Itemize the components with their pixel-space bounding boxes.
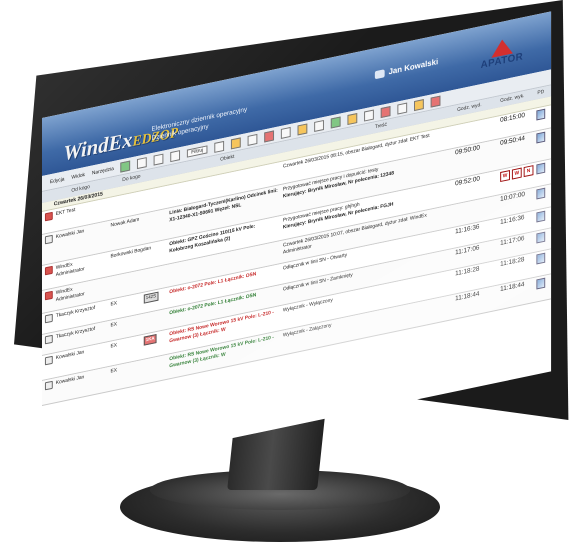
edit-icon[interactable] [536, 131, 546, 144]
user-box[interactable]: Jan Kowalski [374, 57, 439, 79]
menu-widok[interactable]: Widok [71, 171, 85, 180]
play-prev-icon[interactable] [154, 152, 164, 166]
row-time-done: 09:50:44 [500, 134, 525, 148]
alert-icon [44, 211, 53, 222]
toolbar-icon-2[interactable] [230, 136, 241, 150]
row-to: EX [110, 342, 118, 350]
tag-badge: 142S [143, 291, 159, 304]
toolbar-icon-13[interactable] [413, 98, 424, 111]
row-time-done: 08:15:00 [500, 111, 525, 125]
brand-logo: APATOR [481, 35, 523, 71]
toolbar-icon-7[interactable] [313, 119, 324, 132]
toolbar-icon-8[interactable] [330, 116, 341, 129]
alert-icon [44, 290, 53, 301]
menu-edycja[interactable]: Edycja [50, 176, 65, 185]
toolbar-icon-10[interactable] [363, 109, 374, 122]
row-time-done: 11:17:06 [500, 234, 525, 248]
row-time-issued: 11:18:44 [455, 290, 480, 303]
toolbar-icon-5[interactable] [280, 126, 291, 139]
row-to: EX [110, 321, 118, 329]
filter-button[interactable]: Filtruj [187, 144, 208, 158]
play-first-icon[interactable] [137, 156, 148, 169]
toolbar-icon-12[interactable] [397, 102, 407, 115]
edit-icon[interactable] [536, 108, 546, 121]
row-time-issued: 11:16:36 [455, 223, 480, 236]
row-info-icon [44, 313, 53, 324]
col-obiekt[interactable]: Obiekt [220, 154, 234, 163]
status-badge[interactable]: W [500, 170, 510, 183]
edit-icon[interactable] [536, 187, 546, 200]
row-info-icon [44, 380, 53, 391]
toolbar-icon-3[interactable] [247, 133, 258, 146]
row-time-done: 11:16:36 [500, 213, 525, 227]
col-tresc[interactable]: Treść [375, 122, 387, 131]
status-badge[interactable]: N [523, 165, 534, 178]
toolbar-icon-4[interactable] [263, 129, 274, 143]
row-from: EKT Test [55, 207, 76, 218]
row-time-done: 10:07:00 [500, 190, 525, 204]
col-do-kogo[interactable]: Do kogo [122, 173, 140, 183]
row-tag: 1KA [143, 334, 157, 346]
alert-icon [44, 265, 53, 276]
row-time-done: 11:18:44 [500, 280, 525, 294]
toolbar-icon-6[interactable] [297, 123, 307, 136]
refresh-icon[interactable] [120, 159, 131, 173]
row-tag: 142S [143, 291, 159, 304]
row-time-issued: 11:17:06 [455, 244, 480, 257]
edit-icon[interactable] [536, 231, 546, 244]
toolbar-icon-1[interactable] [213, 140, 224, 153]
row-time-issued: 09:50:00 [455, 144, 480, 157]
menu-narzedzia[interactable]: Narzędzia [92, 165, 114, 176]
edit-icon[interactable] [536, 162, 546, 175]
user-name: Jan Kowalski [388, 57, 439, 77]
row-to: EX [110, 367, 118, 375]
col-pd[interactable]: PD [537, 89, 544, 96]
toolbar-icon-11[interactable] [380, 105, 391, 118]
monitor-photo: WindExEDZOP Elektroniczny dziennik opera… [0, 0, 570, 554]
row-info-icon [44, 234, 53, 245]
user-icon [374, 68, 385, 79]
status-badge[interactable]: W [511, 167, 522, 180]
tag-badge: 1KA [143, 334, 157, 346]
edit-icon[interactable] [536, 277, 546, 290]
row-time-done: 11:18:28 [500, 255, 525, 269]
row-info-icon [44, 334, 53, 345]
edit-icon[interactable] [536, 252, 546, 265]
row-to: EX [110, 300, 118, 308]
play-next-icon[interactable] [170, 149, 181, 162]
row-time-issued: 11:18:28 [455, 265, 480, 278]
toolbar-icon-9[interactable] [347, 112, 357, 125]
row-time-issued: 09:52:00 [455, 175, 480, 188]
edit-icon[interactable] [536, 210, 546, 223]
row-info-icon [44, 355, 53, 366]
close-icon[interactable] [430, 95, 441, 108]
